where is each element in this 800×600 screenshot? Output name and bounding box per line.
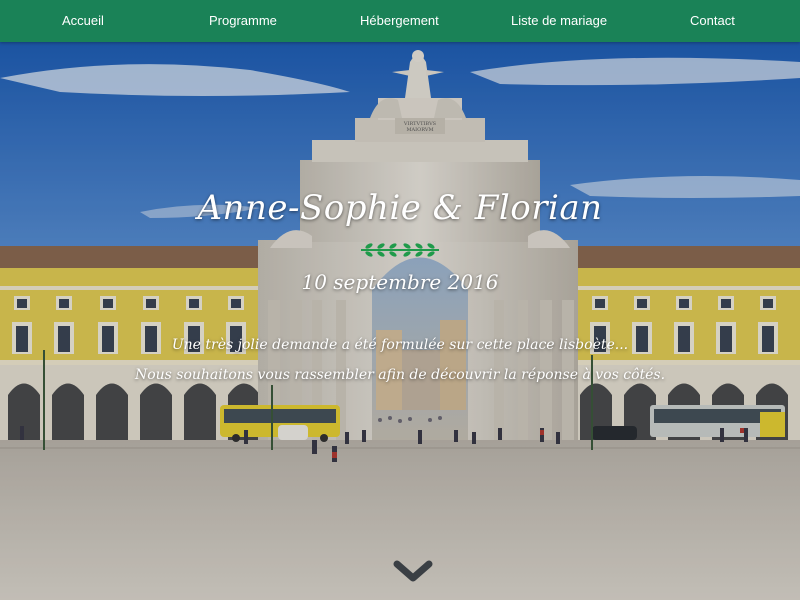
intro-line-1: Une très jolie demande a été formulée su… xyxy=(171,337,629,353)
nav-liste-de-mariage[interactable]: Liste de mariage xyxy=(511,13,607,28)
laurel-icon xyxy=(361,243,439,257)
hero-section: VIRTVTIBVS MAIORVM xyxy=(0,42,800,600)
nav-accueil[interactable]: Accueil xyxy=(62,13,104,28)
nav-programme[interactable]: Programme xyxy=(209,13,277,28)
chevron-down-icon[interactable] xyxy=(391,558,435,588)
nav-hebergement[interactable]: Hébergement xyxy=(360,13,439,28)
wedding-date: 10 septembre 2016 xyxy=(301,270,499,294)
couple-names-title: Anne-Sophie & Florian xyxy=(197,188,603,228)
nav-contact[interactable]: Contact xyxy=(690,13,735,28)
intro-line-2: Nous souhaitons vous rassembler afin de … xyxy=(134,367,666,383)
hero-overlay xyxy=(0,42,800,600)
top-navbar: Accueil Programme Hébergement Liste de m… xyxy=(0,0,800,42)
